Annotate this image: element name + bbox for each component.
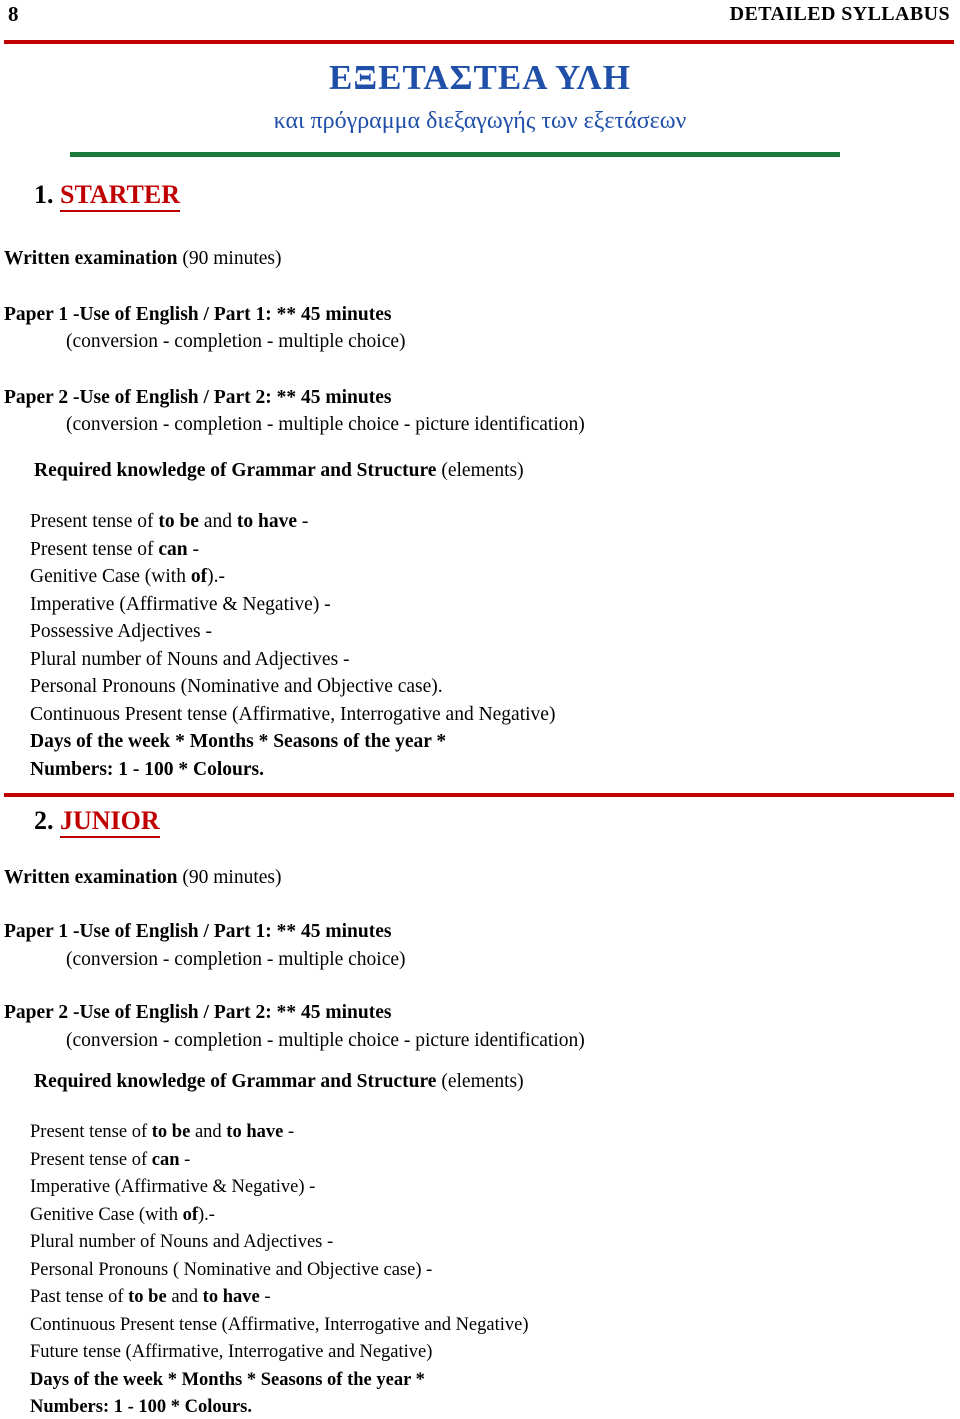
junior-required-label: Required knowledge of Grammar and Struct… (34, 1071, 437, 1092)
starter-grammar-item-3-text: ).- (207, 566, 225, 587)
junior-grammar-item-2-text: Present tense of (30, 1149, 152, 1170)
greek-subtitle: και πρόγραμμα διεξαγωγής των εξετάσεων (273, 108, 687, 134)
green-divider-rule (70, 152, 840, 157)
junior-grammar-item-1-text: - (283, 1122, 295, 1142)
section-divider-rule-1 (4, 793, 954, 797)
starter-grammar-item-1-text: and (198, 511, 237, 532)
starter-grammar-item-1: Present tense of to be and to have - (30, 510, 308, 533)
junior-grammar-item-3: Imperative (Affirmative & Negative) - (30, 1177, 315, 1199)
junior-required-note: (elements) (436, 1071, 524, 1092)
starter-exam-label: Written examination (4, 248, 178, 269)
document-page: 8 DETAILED SYLLABUS ΕΞΕΤΑΣΤΕΑ ΥΛΗ και πρ… (0, 0, 960, 1417)
starter-grammar-item-1-text: - (297, 511, 309, 532)
starter-grammar-item-4-text: Imperative (Affirmative & Negative) - (30, 593, 331, 615)
starter-grammar-item-3-text: Genitive Case (with (30, 566, 191, 587)
section-heading-starter: 1. STARTER (34, 180, 180, 212)
junior-grammar-item-7: Past tense of to be and to have - (30, 1287, 271, 1309)
starter-grammar-item-8: Continuous Present tense (Affirmative, I… (30, 703, 555, 726)
junior-grammar-item-5: Plural number of Nouns and Adjectives - (30, 1232, 333, 1254)
junior-grammar-item-7-text: to have (202, 1287, 260, 1307)
starter-grammar-item-2-text: Present tense of (30, 538, 159, 560)
starter-paper1-heading: Paper 1 -Use of English / Part 1: ** 45 … (4, 304, 392, 325)
junior-paper2-heading: Paper 2 -Use of English / Part 2: ** 45 … (4, 1002, 392, 1023)
starter-grammar-item-1-text: to be (158, 511, 199, 532)
starter-grammar-item-10-text: Numbers: 1 - 100 * Colours. (30, 758, 264, 780)
starter-grammar-item-2: Present tense of can - (30, 538, 199, 561)
starter-grammar-item-7-text: Personal Pronouns (Nominative and Object… (30, 676, 443, 697)
junior-grammar-item-11-text: Numbers: 1 - 100 * Colours. (30, 1397, 252, 1417)
header-title: DETAILED SYLLABUS (729, 3, 950, 25)
section-number-starter: 1. (34, 180, 54, 209)
junior-grammar-item-1: Present tense of to be and to have - (30, 1122, 294, 1144)
starter-paper2-detail: (conversion - completion - multiple choi… (66, 414, 585, 435)
starter-grammar-item-2-text: - (187, 538, 199, 560)
starter-grammar-item-4: Imperative (Affirmative & Negative) - (30, 593, 331, 616)
junior-required-knowledge: Required knowledge of Grammar and Struct… (34, 1070, 524, 1093)
junior-grammar-item-9: Future tense (Affirmative, Interrogative… (30, 1342, 432, 1364)
starter-paper2-heading: Paper 2 -Use of English / Part 2: ** 45 … (4, 387, 392, 408)
page-header: 8 DETAILED SYLLABUS (0, 0, 960, 36)
greek-main-title: ΕΞΕΤΑΣΤΕΑ ΥΛΗ (329, 58, 631, 97)
starter-paper1-detail: (conversion - completion - multiple choi… (66, 331, 406, 352)
starter-grammar-item-5: Possessive Adjectives - (30, 620, 212, 643)
junior-exam-duration: (90 minutes) (177, 867, 282, 888)
page-number: 8 (8, 2, 19, 26)
junior-grammar-item-1-text: Present tense of (30, 1122, 152, 1142)
starter-grammar-item-9-text: Days of the week * Months * Seasons of t… (30, 731, 447, 752)
starter-grammar-item-3: Genitive Case (with of).- (30, 565, 225, 588)
starter-grammar-item-3-text: of (190, 566, 208, 587)
junior-grammar-item-7-text: - (259, 1287, 271, 1307)
starter-grammar-item-9: Days of the week * Months * Seasons of t… (30, 730, 446, 753)
starter-grammar-item-2-text: can (158, 538, 188, 560)
junior-grammar-item-7-text: to be (128, 1287, 167, 1307)
junior-paper2-detail: (conversion - completion - multiple choi… (66, 1030, 585, 1051)
starter-grammar-item-6: Plural number of Nouns and Adjectives - (30, 648, 350, 671)
starter-exam-line: Written examination (90 minutes) (4, 247, 282, 270)
junior-grammar-item-10-text: Days of the week * Months * Seasons of t… (30, 1369, 425, 1390)
junior-grammar-item-7-text: and (166, 1287, 203, 1307)
starter-required-label: Required knowledge of Grammar and Struct… (34, 460, 437, 481)
junior-paper1-heading: Paper 1 -Use of English / Part 1: ** 45 … (4, 921, 392, 942)
section-title-junior: JUNIOR (60, 806, 160, 838)
junior-grammar-item-8: Continuous Present tense (Affirmative, I… (30, 1315, 529, 1337)
starter-grammar-item-5-text: Possessive Adjectives - (30, 621, 212, 642)
header-divider-rule (4, 40, 954, 44)
starter-grammar-item-1-text: Present tense of (30, 511, 159, 532)
starter-grammar-item-6-text: Plural number of Nouns and Adjectives - (30, 648, 350, 670)
junior-grammar-item-4-text: Genitive Case (with (30, 1204, 183, 1225)
starter-required-note: (elements) (436, 460, 524, 481)
junior-grammar-item-1-text: and (190, 1122, 227, 1142)
junior-grammar-item-4-text: of (182, 1204, 199, 1225)
junior-grammar-item-2-text: can (151, 1149, 180, 1170)
starter-grammar-item-7: Personal Pronouns (Nominative and Object… (30, 675, 443, 698)
section-number-junior: 2. (34, 806, 54, 835)
junior-grammar-item-2: Present tense of can - (30, 1150, 190, 1172)
junior-grammar-item-9-text: Future tense (Affirmative, Interrogative… (30, 1342, 433, 1362)
junior-exam-line: Written examination (90 minutes) (4, 866, 282, 889)
junior-grammar-item-6-text: Personal Pronouns ( Nominative and Objec… (30, 1259, 433, 1280)
junior-grammar-item-4: Genitive Case (with of).- (30, 1205, 215, 1227)
junior-paper1-detail: (conversion - completion - multiple choi… (66, 949, 406, 970)
starter-grammar-item-8-text: Continuous Present tense (Affirmative, I… (30, 703, 556, 725)
junior-grammar-item-4-text: ).- (198, 1204, 215, 1225)
junior-grammar-item-1-text: to be (151, 1122, 191, 1142)
junior-exam-label: Written examination (4, 867, 178, 888)
junior-grammar-item-8-text: Continuous Present tense (Affirmative, I… (30, 1314, 529, 1335)
junior-grammar-item-6: Personal Pronouns ( Nominative and Objec… (30, 1260, 432, 1282)
starter-grammar-item-10: Numbers: 1 - 100 * Colours. (30, 758, 264, 781)
junior-grammar-item-10: Days of the week * Months * Seasons of t… (30, 1370, 425, 1392)
junior-grammar-item-2-text: - (179, 1149, 191, 1170)
junior-grammar-item-7-text: Past tense of (30, 1287, 129, 1307)
section-heading-junior: 2. JUNIOR (34, 806, 160, 838)
starter-grammar-item-1-text: to have (236, 511, 297, 532)
junior-grammar-item-1-text: to have (226, 1122, 284, 1142)
section-title-starter: STARTER (60, 180, 180, 212)
starter-exam-duration: (90 minutes) (177, 248, 282, 269)
junior-grammar-item-11: Numbers: 1 - 100 * Colours. (30, 1397, 252, 1419)
junior-grammar-item-3-text: Imperative (Affirmative & Negative) - (30, 1177, 316, 1197)
starter-required-knowledge: Required knowledge of Grammar and Struct… (34, 459, 524, 482)
junior-grammar-item-5-text: Plural number of Nouns and Adjectives - (30, 1232, 334, 1252)
